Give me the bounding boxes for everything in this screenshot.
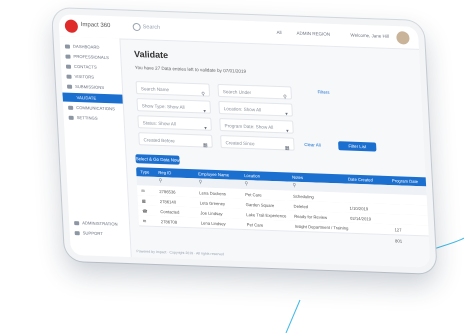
page-title: Validate: [133, 48, 169, 61]
employee: Joe Lindsay: [200, 210, 223, 217]
created-before-input[interactable]: Created Before ▦: [138, 132, 213, 149]
col-program-date[interactable]: Program Date: [392, 178, 418, 184]
search-icon: [132, 22, 141, 32]
mail-icon: ✉: [141, 188, 145, 194]
app-screen: Impact 360 Search All ADMIN REGION Welco…: [58, 14, 431, 268]
show-type-value: Show Type: Show All: [141, 103, 185, 110]
search-user-input[interactable]: Search Under ⚲: [217, 83, 293, 100]
sidebar-item-communications[interactable]: COMMUNICATIONS: [76, 105, 115, 111]
notes: Insight Department / Training: [294, 223, 349, 231]
sidebar-item-administration[interactable]: ADMINISTRATION: [82, 220, 118, 226]
reg-id: 2786536: [159, 189, 176, 195]
location-value: Location: Show All: [223, 106, 262, 113]
sidebar-item-support[interactable]: SUPPORT: [83, 230, 103, 236]
employee: Leta Greeney: [199, 200, 226, 207]
tablet-device: Impact 360 Search All ADMIN REGION Welco…: [52, 8, 437, 274]
show-type-select[interactable]: Show Type: Show All ▾: [136, 98, 212, 115]
program-date: 127: [394, 227, 402, 233]
support-icon: [74, 231, 80, 236]
location: Pet Care: [245, 192, 262, 198]
col-date-created[interactable]: Date Created: [348, 177, 373, 183]
status-value: Status: Show All: [142, 120, 177, 127]
mail-icon: ✉: [142, 218, 147, 224]
visitors-icon: [66, 74, 72, 79]
col-location[interactable]: Location: [244, 173, 260, 179]
notes: Deleted: [293, 203, 309, 210]
dashboard-icon: [64, 44, 71, 49]
scope-select[interactable]: All: [276, 30, 281, 35]
notes: Ready for Review: [293, 213, 328, 220]
calendar-icon: ▦: [202, 142, 208, 149]
sidebar-item-contacts[interactable]: CONTACTS: [74, 64, 97, 70]
status-select[interactable]: Status: Show All ▾: [137, 115, 212, 132]
employee: Lena Dockens: [199, 190, 227, 197]
reg-id: 2786708: [160, 219, 178, 225]
sidebar-item-submissions[interactable]: SUBMISSIONS: [75, 84, 104, 90]
clear-all-link[interactable]: Clear All: [304, 142, 321, 148]
sidebar-item-professionals[interactable]: PROFESSIONALS: [73, 54, 109, 60]
created-before-placeholder: Created Before: [143, 137, 175, 144]
col-type[interactable]: Type: [140, 169, 149, 174]
location-select[interactable]: Location: Show All ▾: [218, 100, 293, 117]
sidebar-item-validate[interactable]: VALIDATE: [62, 92, 123, 104]
search-icon[interactable]: ⚲: [198, 179, 202, 185]
submissions-icon: [66, 84, 73, 89]
chat-icon: ▩: [141, 198, 146, 204]
search-name-input[interactable]: Search Name ⚲: [135, 81, 211, 97]
employee: Lena Lindsey: [200, 220, 226, 227]
created-since-input[interactable]: Created Since ▦: [220, 135, 295, 152]
avatar[interactable]: [395, 30, 411, 46]
calendar-icon: ▦: [284, 145, 290, 152]
contacts-icon: [65, 64, 72, 69]
filter-list-button[interactable]: Filter List: [338, 141, 377, 152]
created-since-placeholder: Created Since: [225, 140, 255, 147]
search-icon[interactable]: ⚲: [292, 183, 296, 189]
org-select[interactable]: ADMIN REGION: [296, 31, 330, 37]
footer-text: Powered by Impact · Copyright 2019 · All…: [136, 249, 225, 257]
search-user-placeholder: Search Under: [222, 89, 252, 96]
search-icon[interactable]: ⚲: [244, 181, 248, 187]
user-menu[interactable]: Welcome, Jane Hill: [350, 32, 389, 38]
validation-summary: You have 27 Data entries left to validat…: [134, 64, 247, 74]
search-icon[interactable]: ⚲: [159, 178, 163, 184]
col-notes[interactable]: Notes: [292, 175, 303, 180]
main-content: Validate You have 27 Data entries left t…: [119, 38, 431, 267]
notes: Scheduling: [292, 193, 314, 200]
logo-text: Impact 360: [80, 22, 111, 30]
settings-icon: [68, 115, 74, 120]
reg-id: Contacted: [160, 209, 180, 215]
select-all-button[interactable]: Select & Go Data Now: [135, 154, 180, 165]
administration-icon: [74, 221, 80, 226]
sidebar-item-dashboard[interactable]: DASHBOARD: [73, 44, 100, 50]
filters-link[interactable]: Filters: [317, 89, 329, 94]
date-created: 1/10/2019: [349, 205, 369, 212]
app-logo: [64, 19, 79, 33]
search-name-placeholder: Search Name: [140, 86, 170, 93]
location: Pet Care: [246, 222, 264, 228]
sidebar-item-visitors[interactable]: VISITORS: [74, 74, 94, 80]
col-reg-id[interactable]: Reg ID: [158, 170, 171, 175]
program-date-select[interactable]: Program Date: Show All ▾: [219, 118, 294, 134]
professionals-icon: [65, 54, 71, 59]
program-date-value: Program Date: Show All: [224, 123, 274, 130]
reg-id: 2786140: [159, 199, 177, 205]
search-input[interactable]: Search: [143, 24, 161, 31]
location: Lake Trail Experience: [246, 212, 287, 219]
phone-icon: ☎: [142, 208, 148, 214]
row-extra-value: 801: [394, 238, 403, 244]
communications-icon: [68, 105, 74, 110]
date-created: 02/14/2019: [349, 215, 372, 222]
col-employee[interactable]: Employee Name: [198, 171, 229, 177]
sidebar-item-settings[interactable]: SETTINGS: [77, 115, 98, 121]
location: Garden Square: [245, 202, 275, 209]
